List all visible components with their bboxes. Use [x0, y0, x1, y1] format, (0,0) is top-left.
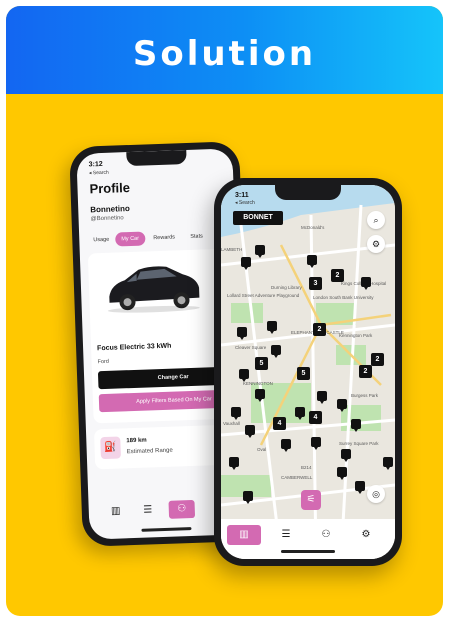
profile-icon[interactable]: ⚇ [168, 499, 196, 519]
back-link[interactable]: ◂ Search [89, 170, 109, 177]
car-make: Ford [97, 358, 110, 366]
station-cluster[interactable]: 2 [313, 323, 326, 336]
phone-notch [126, 150, 187, 167]
user-name: Bonnetino [90, 204, 130, 215]
bonnet-logo: BONNET [233, 211, 283, 225]
banner: Solution [6, 6, 443, 94]
charger-pin-icon[interactable] [337, 399, 347, 412]
car-image [107, 266, 200, 313]
list-icon[interactable]: ☰ [269, 525, 303, 545]
map-label: London South Bank University [313, 295, 374, 300]
page-title: Profile [89, 179, 131, 197]
range-label: Estimated Range [126, 447, 173, 456]
charger-pin-icon[interactable] [255, 245, 265, 258]
charger-pin-icon[interactable] [317, 391, 327, 404]
station-cluster[interactable]: 2 [331, 269, 344, 282]
map-label: Surrey Square Park [339, 441, 379, 446]
tab-stats[interactable]: Stats [184, 229, 209, 244]
charger-pin-icon[interactable] [245, 425, 255, 438]
home-indicator [281, 550, 335, 553]
charger-pin-icon[interactable] [241, 257, 251, 270]
map-label: LAMBETH [221, 247, 243, 252]
station-cluster[interactable]: 4 [309, 411, 322, 424]
charger-pin-icon[interactable] [383, 457, 393, 470]
tab-usage[interactable]: Usage [87, 233, 115, 248]
map-label: Oval [257, 447, 267, 452]
solution-card: Solution 3:12 ◂ Search Profile Bonnetino… [6, 6, 443, 616]
filter-icon[interactable]: ⚙ [367, 235, 385, 253]
charger-pin-icon[interactable] [281, 439, 291, 452]
charger-pin-icon[interactable] [307, 255, 317, 268]
station-cluster[interactable]: 4 [273, 417, 286, 430]
station-cluster[interactable]: 5 [255, 357, 268, 370]
station-cluster[interactable]: 2 [359, 365, 372, 378]
charger-pin-icon[interactable] [337, 467, 347, 480]
search-icon[interactable]: ⌕ [367, 211, 385, 229]
settings-icon[interactable]: ⚙ [349, 525, 383, 545]
map-label: Kennington Park [339, 333, 373, 338]
charger-pin-icon[interactable] [361, 277, 371, 290]
map-label: CAMBERWELL [281, 475, 313, 480]
charger-pin-icon[interactable] [239, 369, 249, 382]
map-label: Vauxhall [223, 421, 240, 426]
sliders-icon[interactable]: ⚟ [301, 490, 321, 510]
station-cluster[interactable]: 2 [371, 353, 384, 366]
status-time: 3:11 [235, 192, 249, 199]
charger-pin-icon[interactable] [231, 407, 241, 420]
map-label: B214 [301, 465, 312, 470]
map-label: Burgess Park [351, 393, 379, 398]
back-link[interactable]: ◂ Search [235, 200, 255, 206]
station-cluster[interactable]: 5 [297, 367, 310, 380]
locate-icon[interactable]: ◎ [367, 485, 385, 503]
map-label: Durning Library [271, 285, 302, 290]
charger-pin-icon[interactable] [243, 491, 253, 504]
station-cluster[interactable]: 3 [309, 277, 322, 290]
phone-notch [275, 185, 341, 200]
fuel-pump-icon: ⛽ [100, 436, 121, 460]
charger-pin-icon[interactable] [229, 457, 239, 470]
map-icon[interactable]: ▥ [227, 525, 261, 545]
map-icon[interactable]: ▥ [103, 502, 130, 521]
charger-pin-icon[interactable] [295, 407, 305, 420]
status-time: 3:12 [88, 160, 103, 169]
car-model: Focus Electric 33 kWh [97, 342, 172, 353]
charger-pin-icon[interactable] [255, 389, 265, 402]
charger-pin-icon[interactable] [351, 419, 361, 432]
charger-pin-icon[interactable] [355, 481, 365, 494]
charger-pin-icon[interactable] [237, 327, 247, 340]
banner-title: Solution [132, 34, 317, 74]
map-phone: 3:11 ◂ Search BONNET ⌕ ⚙ ◎ ⚟ SOUTH BANK … [214, 178, 402, 566]
charger-pin-icon[interactable] [341, 449, 351, 462]
user-handle: @Bonnetino [90, 215, 124, 223]
list-icon[interactable]: ☰ [134, 501, 161, 520]
map-label: Lollard Street Adventure Playground [227, 293, 300, 298]
charger-pin-icon[interactable] [267, 321, 277, 334]
charger-pin-icon[interactable] [271, 345, 281, 358]
map-label: McDonald's [301, 225, 325, 230]
range-value: 189 km [126, 437, 147, 445]
map-label: Cleaver Square [235, 345, 267, 350]
bottom-nav: ▥ ☰ ⚇ ⚙ [221, 519, 395, 559]
charger-pin-icon[interactable] [311, 437, 321, 450]
map-label: KENNINGTON [243, 381, 273, 386]
tab-my-car[interactable]: My Car [115, 231, 146, 247]
tab-rewards[interactable]: Rewards [147, 230, 181, 245]
home-indicator [141, 527, 192, 532]
profile-icon[interactable]: ⚇ [309, 525, 343, 545]
map-screen: 3:11 ◂ Search BONNET ⌕ ⚙ ◎ ⚟ SOUTH BANK … [221, 185, 395, 559]
